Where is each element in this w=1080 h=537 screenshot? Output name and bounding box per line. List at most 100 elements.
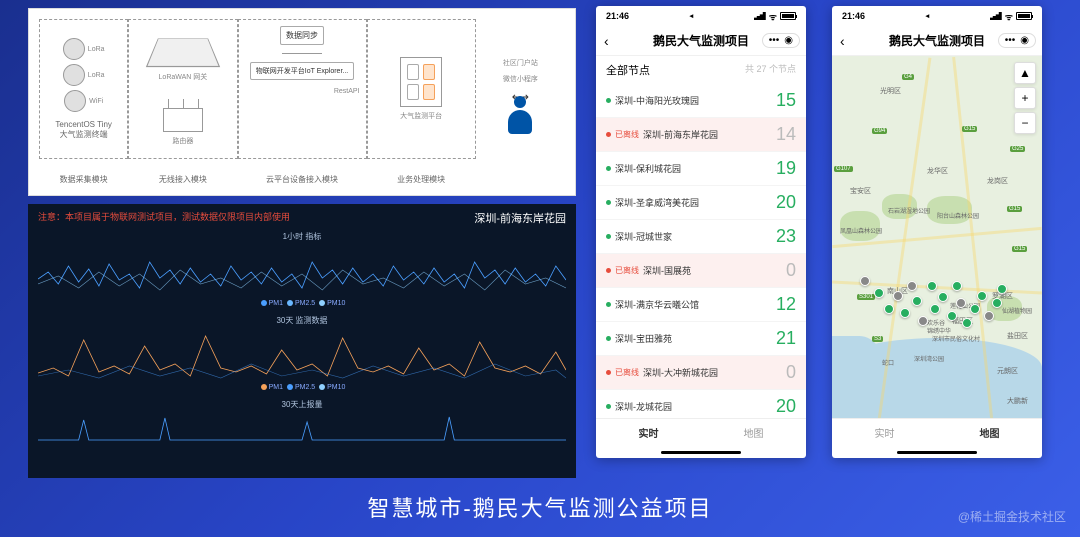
map-marker[interactable] (893, 291, 903, 301)
node-value: 23 (776, 226, 796, 247)
node-value: 21 (776, 328, 796, 349)
status-dot-icon (606, 132, 611, 137)
battery-icon (780, 12, 796, 20)
status-dot-icon (606, 166, 611, 171)
road-shield-icon: G15 (1012, 246, 1027, 252)
node-name: 深圳-满京华云㬢公馆 (615, 298, 699, 311)
map-label: 盐田区 (1007, 331, 1028, 341)
back-icon[interactable]: ‹ (840, 33, 845, 49)
list-item[interactable]: 深圳-中海阳光玫瑰园15 (596, 84, 806, 118)
map-marker[interactable] (997, 284, 1007, 294)
map-marker[interactable] (874, 288, 884, 298)
map-label: 石岩湖湿地公园 (888, 206, 930, 215)
map-marker[interactable] (900, 308, 910, 318)
zoom-out-button[interactable]: − (1014, 112, 1036, 134)
status-dot-icon (606, 98, 611, 103)
node-value: 20 (776, 396, 796, 417)
map-marker[interactable] (918, 316, 928, 326)
miniapp-capsule[interactable]: •••◉ (762, 33, 800, 48)
map-marker[interactable] (907, 281, 917, 291)
list-item[interactable]: 已离线深圳-前海东岸花园14 (596, 118, 806, 152)
watermark: @稀土掘金技术社区 (958, 508, 1066, 525)
map-marker[interactable] (927, 281, 937, 291)
router-icon (163, 108, 203, 132)
battery-icon (1016, 12, 1032, 20)
map-marker[interactable] (984, 311, 994, 321)
back-icon[interactable]: ‹ (604, 33, 609, 49)
node-name: 深圳-国展苑 (643, 264, 691, 277)
signal-icon (990, 12, 1002, 20)
home-indicator[interactable] (832, 446, 1042, 458)
status-dot-icon (606, 268, 611, 273)
tab-map[interactable]: 地图 (937, 419, 1042, 446)
map-marker[interactable] (884, 304, 894, 314)
map-marker[interactable] (947, 311, 957, 321)
offline-tag: 已离线 (615, 129, 639, 140)
node-name: 深圳-大冲新城花园 (643, 366, 718, 379)
status-dot-icon (606, 234, 611, 239)
node-value: 12 (776, 294, 796, 315)
map-marker[interactable] (956, 298, 966, 308)
tab-realtime[interactable]: 实时 (832, 419, 937, 446)
node-name: 深圳-龙城花园 (615, 400, 672, 413)
map-label: 龙岗区 (987, 176, 1008, 186)
map-marker[interactable] (860, 276, 870, 286)
wifi-icon: ᯤ (1005, 10, 1013, 23)
map-label: 深圳市民俗文化村 (932, 334, 980, 343)
user-icon (508, 110, 532, 134)
map-marker[interactable] (992, 298, 1002, 308)
tab-map[interactable]: 地图 (701, 419, 806, 446)
list-item[interactable]: 已离线深圳-国展苑0 (596, 254, 806, 288)
node-name: 深圳-宝田雅苑 (615, 332, 672, 345)
map-marker[interactable] (962, 318, 972, 328)
map-label: 锦绣中华 (927, 326, 951, 335)
col1-footer: 数据采集模块 (60, 174, 108, 185)
list-item[interactable]: 已离线深圳-大冲新城花园 0 (596, 356, 806, 390)
status-dot-icon (606, 404, 611, 409)
list-item[interactable]: 深圳-保利城花园19 (596, 152, 806, 186)
status-dot-icon (606, 370, 611, 375)
node-name: 深圳-保利城花园 (615, 162, 681, 175)
status-dot-icon (606, 336, 611, 341)
chart-1hour (38, 244, 566, 298)
offline-tag: 已离线 (615, 367, 639, 378)
road-shield-icon: G107 (834, 166, 853, 172)
tab-realtime[interactable]: 实时 (596, 419, 701, 446)
road-shield-icon: G25 (1010, 146, 1025, 152)
phone-list-screen: 21:46◂ ᯤ ‹ 鹅民大气监测项目 •••◉ 全部节点 共 27 个节点 深… (596, 6, 806, 458)
tab-bar: 实时 地图 (832, 418, 1042, 446)
map-label: 蛇口 (882, 358, 894, 367)
list-item[interactable]: 深圳-圣拿威湾美花园 20 (596, 186, 806, 220)
map-canvas[interactable]: ▲ + − 光明区宝安区龙华区南山区福田区罗湖区龙岗区盐田区大鹏新元朗区石岩湖湿… (832, 56, 1042, 418)
map-marker[interactable] (912, 296, 922, 306)
map-label: 阳台山森林公园 (937, 211, 979, 220)
slide-caption: 智慧城市-鹅民大气监测公益项目 (367, 491, 712, 523)
list-item[interactable]: 深圳-龙城花园 20 (596, 390, 806, 418)
phone-map-screen: 21:46◂ ᯤ ‹ 鹅民大气监测项目 •••◉ ▲ + − 光明区宝安区龙华区… (832, 6, 1042, 458)
map-label: 龙华区 (927, 166, 948, 176)
home-indicator[interactable] (596, 446, 806, 458)
road-shield-icon: G15 (962, 126, 977, 132)
node-list[interactable]: 深圳-中海阳光玫瑰园15已离线深圳-前海东岸花园14深圳-保利城花园19深圳-圣… (596, 84, 806, 418)
nav-bar: ‹ 鹅民大气监测项目 •••◉ (832, 26, 1042, 56)
node-value: 0 (786, 260, 796, 281)
node-value: 0 (786, 362, 796, 383)
zoom-in-button[interactable]: + (1014, 87, 1036, 109)
map-marker[interactable] (938, 292, 948, 302)
chart-reports (38, 412, 566, 448)
node-value: 20 (776, 192, 796, 213)
list-item[interactable]: 深圳-满京华云㬢公馆 12 (596, 288, 806, 322)
miniapp-capsule[interactable]: •••◉ (998, 33, 1036, 48)
status-dot-icon (606, 200, 611, 205)
node-name: 深圳-圣拿威湾美花园 (615, 196, 699, 209)
map-marker[interactable] (952, 281, 962, 291)
map-marker[interactable] (977, 291, 987, 301)
node-value: 14 (776, 124, 796, 145)
compass-button[interactable]: ▲ (1014, 62, 1036, 84)
list-item[interactable]: 深圳-宝田雅苑 21 (596, 322, 806, 356)
map-marker[interactable] (970, 304, 980, 314)
map-label: 仙湖植物园 (1002, 306, 1032, 315)
map-marker[interactable] (930, 304, 940, 314)
map-label: 元朗区 (997, 366, 1018, 376)
list-item[interactable]: 深圳-冠城世家23 (596, 220, 806, 254)
